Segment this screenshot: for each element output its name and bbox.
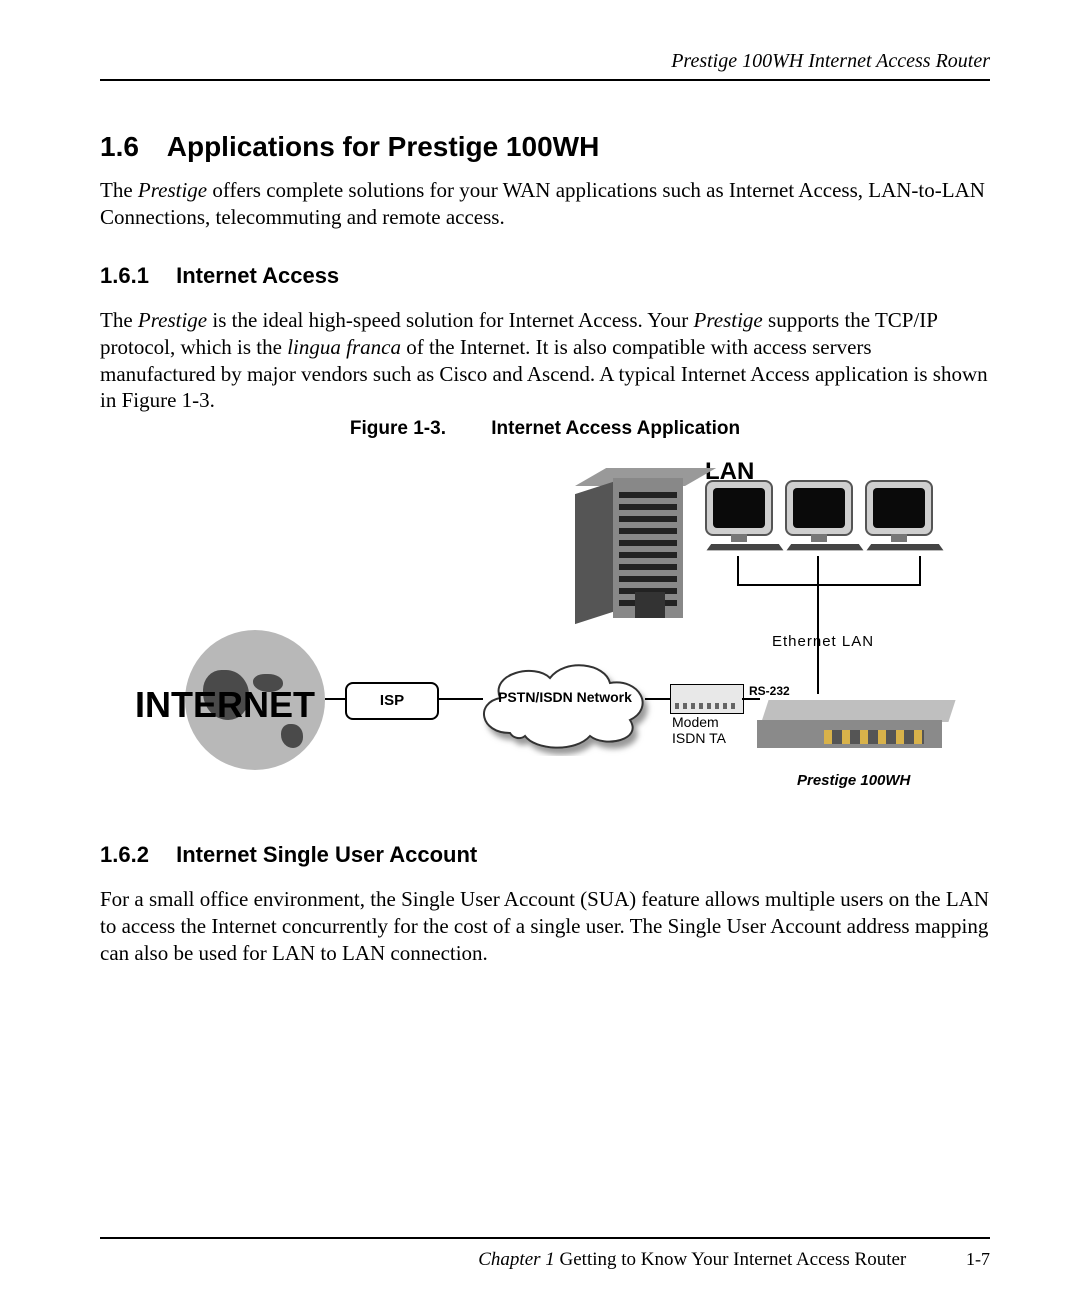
subsection-1-title: Internet Access xyxy=(176,263,339,288)
running-header: Prestige 100WH Internet Access Router xyxy=(100,50,990,81)
figure-caption: Figure 1-3. Internet Access Application xyxy=(100,418,990,440)
modem-icon xyxy=(670,684,744,714)
connector-line xyxy=(645,698,673,700)
subsection-2-body: For a small office environment, the Sing… xyxy=(100,886,990,967)
section-title: Applications for Prestige 100WH xyxy=(167,131,600,162)
workstation-icon xyxy=(785,480,855,550)
figure-diagram: LAN Ethernet LAN INTERNET ISP PSTN/ISDN … xyxy=(135,448,955,818)
subsection-1-body: The Prestige is the ideal high-speed sol… xyxy=(100,307,990,415)
subsection-1-number: 1.6.1 xyxy=(100,263,170,289)
internet-label: INTERNET xyxy=(135,684,315,726)
rs232-label: RS-232 xyxy=(749,684,790,698)
page-number: 1-7 xyxy=(966,1249,990,1270)
pstn-label: PSTN/ISDN Network xyxy=(485,689,645,705)
modem-label: Modem ISDN TA xyxy=(672,714,726,746)
subsection-2-heading: 1.6.2 Internet Single User Account xyxy=(100,842,990,868)
subsection-2-number: 1.6.2 xyxy=(100,842,170,868)
subsection-1-heading: 1.6.1 Internet Access xyxy=(100,263,990,289)
ethernet-label: Ethernet LAN xyxy=(772,633,874,650)
isp-box: ISP xyxy=(345,682,439,720)
section-number: 1.6 xyxy=(100,131,160,163)
section-heading: 1.6 Applications for Prestige 100WH xyxy=(100,131,990,163)
workstation-icon xyxy=(705,480,775,550)
figure-title: Internet Access Application xyxy=(491,418,740,439)
section-intro: The Prestige offers complete solutions f… xyxy=(100,177,990,231)
router-icon xyxy=(757,700,952,748)
page-footer: Chapter 1 Getting to Know Your Internet … xyxy=(100,1237,990,1271)
footer-chapter: Getting to Know Your Internet Access Rou… xyxy=(560,1249,907,1270)
footer-chapter-em: Chapter 1 xyxy=(478,1249,559,1270)
subsection-2-title: Internet Single User Account xyxy=(176,842,477,867)
network-lines xyxy=(705,556,940,696)
workstation-icon xyxy=(865,480,935,550)
building-icon xyxy=(575,478,685,618)
router-label: Prestige 100WH xyxy=(797,772,910,789)
figure-label: Figure 1-3. xyxy=(350,418,446,440)
internet-globe-icon: INTERNET xyxy=(135,638,355,788)
